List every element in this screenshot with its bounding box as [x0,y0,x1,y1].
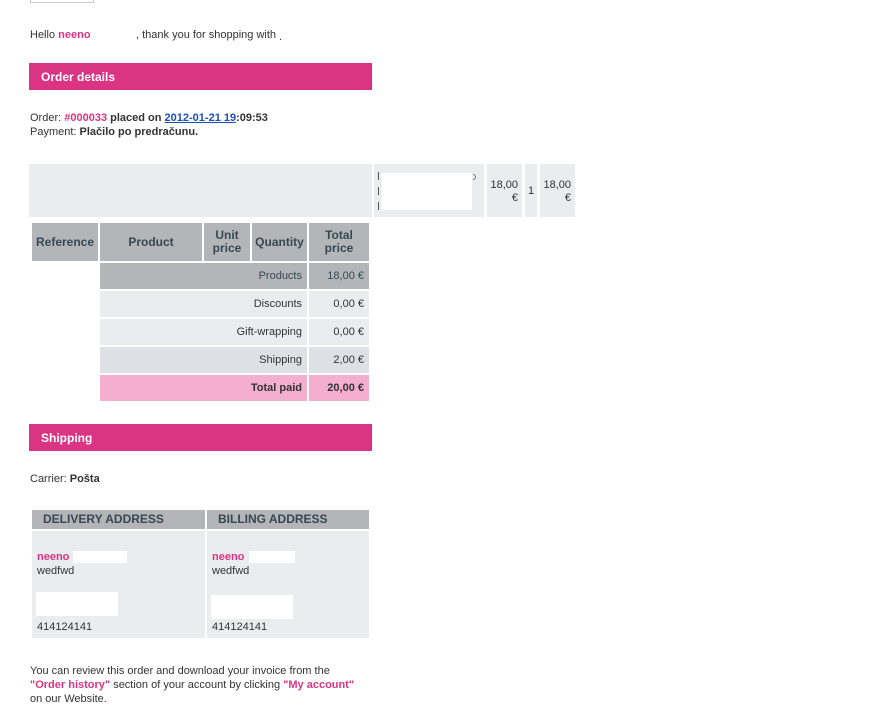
header-product: Product [100,223,202,261]
billing-address-header: BILLING ADDRESS [207,510,369,529]
summary-products-value: 18,00 € [309,263,369,289]
order-date-link[interactable]: 2012-01-21 19 [165,112,237,124]
placed-on-label: placed on [110,112,162,124]
billing-name: neeno [212,551,245,563]
summary-shipping-value: 2,00 € [309,347,369,373]
carrier-value: Pošta [69,473,100,485]
footer-mid: section of your account by clicking [113,679,281,691]
shipping-header: Shipping [29,424,372,451]
carrier-line: Carrier: Pošta [30,473,100,485]
text-remnant [378,187,379,195]
redacted-billing-address [211,595,293,619]
header-unit-price: Unit price [204,223,250,261]
top-input-remnant [30,0,94,3]
product-unit-price: 18,00 [490,179,518,191]
carrier-label: Carrier: [30,473,67,485]
footer-line1: You can review this order and download y… [30,665,330,677]
delivery-address-header: DELIVERY ADDRESS [32,510,205,529]
product-total-price-cell: 18,00 € [540,164,575,217]
summary-giftwrap-label: Gift-wrapping [100,319,307,345]
header-quantity: Quantity [252,223,307,261]
greeting: Hello neeno [30,29,91,41]
greeting-thanks: , thank you for shopping with [136,29,277,41]
billing-address-box: neeno wedfwd 414124141 [207,531,369,638]
order-history-link[interactable]: "Order history" [30,679,110,691]
summary-discounts-label: Discounts [100,291,307,317]
product-total-price: 18,00 [543,179,571,191]
redacted-billing-lastname [249,551,295,563]
billing-line: wedfwd [212,565,250,577]
payment-line: Payment: Plačilo po predračunu. [30,126,198,138]
payment-value: Plačilo po predračunu. [79,126,199,138]
product-name-cell [374,164,484,217]
billing-phone: 414124141 [212,621,268,633]
product-total-currency: € [564,192,571,204]
order-time: :09:53 [236,112,268,124]
summary-total-value: 20,00 € [309,375,369,401]
shipping-title: Shipping [41,431,93,445]
order-details-title: Order details [41,70,116,84]
redacted-delivery-lastname [73,551,127,563]
header-total-price-line2: price [324,241,354,255]
my-account-link[interactable]: "My account" [283,679,354,691]
order-number: #000033 [64,112,108,124]
header-unit-price-line2: price [212,241,242,255]
summary-products-label: Products [100,263,307,289]
greeting-name: neeno [58,29,91,41]
greeting-hello: Hello [30,29,56,41]
redacted-lastname [94,28,136,42]
text-remnant [473,174,476,180]
header-reference: Reference [32,223,98,261]
delivery-name: neeno [37,551,70,563]
product-quantity: 1 [527,185,535,197]
payment-label: Payment: [30,126,77,138]
order-details-header: Order details [29,63,372,90]
summary-giftwrap-value: 0,00 € [309,319,369,345]
product-row-spacer [29,164,372,217]
order-label: Order: [30,112,62,124]
product-quantity-cell: 1 [525,164,537,217]
footer-line3: on our Website. [30,693,107,705]
delivery-address-box: neeno wedfwd 414124141 [32,531,205,638]
header-total-price: Total price [309,223,369,261]
redacted-delivery-address [36,592,118,616]
summary-total-label: Total paid [100,375,307,401]
summary-discounts-value: 0,00 € [309,291,369,317]
product-unit-currency: € [511,192,518,204]
text-remnant [378,172,379,180]
summary-shipping-label: Shipping [100,347,307,373]
footer-text: You can review this order and download y… [30,664,354,706]
redacted-product-name [381,173,472,210]
delivery-line: wedfwd [37,565,75,577]
product-unit-price-cell: 18,00 € [487,164,522,217]
order-line: Order: #000033 placed on 2012-01-21 19:0… [30,112,268,124]
text-remnant [378,202,379,210]
delivery-phone: 414124141 [37,621,93,633]
greeting-shop-dot: . [279,31,283,43]
